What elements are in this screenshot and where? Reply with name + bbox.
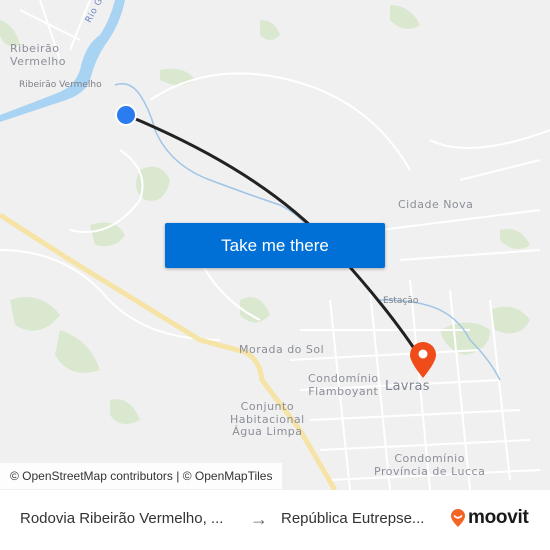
destination-marker[interactable] — [410, 342, 436, 378]
label-estacao: Estação — [383, 296, 419, 306]
label-morada-do-sol: Morada do Sol — [239, 343, 325, 356]
park-areas — [0, 5, 530, 424]
map[interactable]: Ribeirão Vermelho Ribeirão Vermelho Rio … — [0, 0, 550, 490]
label-condominio-flamboyant: Condomínio Flamboyant — [308, 372, 379, 398]
label-ribeirao-vermelho: Ribeirão Vermelho — [10, 42, 67, 68]
take-me-there-button[interactable]: Take me there — [165, 223, 385, 268]
footer: Rodovia Ribeirão Vermelho, ... → Repúbli… — [0, 490, 550, 550]
arrow-right-icon: → — [250, 509, 268, 529]
label-condominio-provincia: Condomínio Província de Lucca — [374, 452, 486, 478]
moovit-logo[interactable]: moovit — [450, 507, 529, 529]
label-conjunto-habitacional: Conjunto Habitacional Água Limpa — [230, 400, 305, 439]
destination-label: República Eutrepse... — [281, 510, 425, 527]
origin-marker[interactable] — [115, 104, 137, 126]
label-lavras: Lavras — [385, 379, 430, 394]
label-cidade-nova: Cidade Nova — [398, 198, 474, 211]
moovit-pin-icon — [451, 509, 465, 527]
origin-label: Rodovia Ribeirão Vermelho, ... — [20, 510, 224, 527]
map-attribution[interactable]: © OpenStreetMap contributors | © OpenMap… — [0, 463, 283, 489]
label-ribeirao-vermelho-small: Ribeirão Vermelho — [19, 80, 102, 90]
moovit-wordmark: moovit — [468, 507, 529, 528]
